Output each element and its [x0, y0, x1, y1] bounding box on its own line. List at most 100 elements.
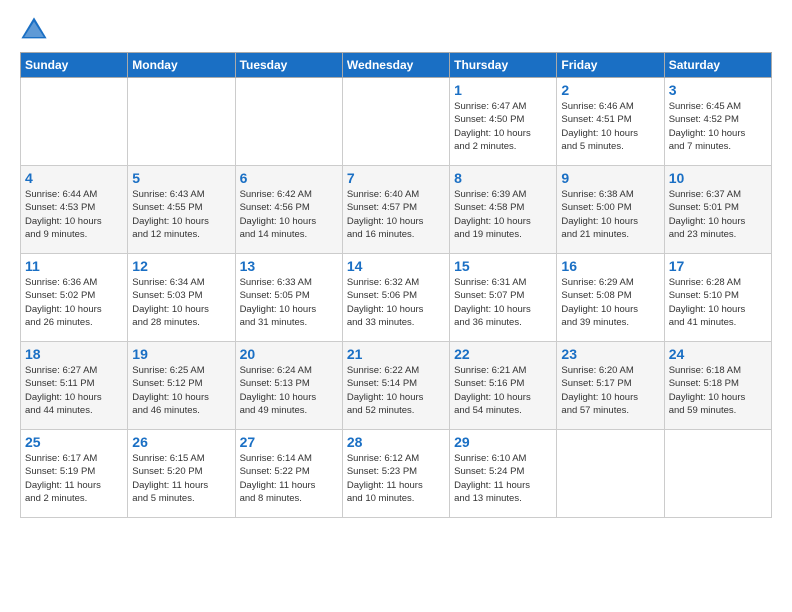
day-info: Sunrise: 6:27 AM Sunset: 5:11 PM Dayligh… [25, 364, 123, 417]
day-info: Sunrise: 6:24 AM Sunset: 5:13 PM Dayligh… [240, 364, 338, 417]
day-info: Sunrise: 6:10 AM Sunset: 5:24 PM Dayligh… [454, 452, 552, 505]
calendar-cell: 19 Sunrise: 6:25 AM Sunset: 5:12 PM Dayli… [128, 342, 235, 430]
week-row-2: 4Sunrise: 6:44 AM Sunset: 4:53 PM Daylig… [21, 166, 772, 254]
day-number: 11 [25, 258, 123, 274]
calendar-cell: 15 Sunrise: 6:31 AM Sunset: 5:07 PM Dayli… [450, 254, 557, 342]
calendar-cell: 25 Sunrise: 6:17 AM Sunset: 5:19 PM Dayli… [21, 430, 128, 518]
day-number: 3 [669, 82, 767, 98]
calendar-cell: 6 Sunrise: 6:42 AM Sunset: 4:56 PM Daylig… [235, 166, 342, 254]
calendar-cell [128, 78, 235, 166]
day-number: 21 [347, 346, 445, 362]
calendar-cell: 17 Sunrise: 6:28 AM Sunset: 5:10 PM Dayli… [664, 254, 771, 342]
day-info: Sunrise: 6:39 AM Sunset: 4:58 PM Dayligh… [454, 188, 552, 241]
day-number: 22 [454, 346, 552, 362]
calendar-cell: 8 Sunrise: 6:39 AM Sunset: 4:58 PM Daylig… [450, 166, 557, 254]
calendar-cell: 14Sunrise: 6:32 AM Sunset: 5:06 PM Dayli… [342, 254, 449, 342]
logo [20, 16, 52, 44]
calendar-cell [235, 78, 342, 166]
day-info: Sunrise: 6:46 AM Sunset: 4:51 PM Dayligh… [561, 100, 659, 153]
day-info: Sunrise: 6:25 AM Sunset: 5:12 PM Dayligh… [132, 364, 230, 417]
day-info: Sunrise: 6:21 AM Sunset: 5:16 PM Dayligh… [454, 364, 552, 417]
weekday-header-friday: Friday [557, 53, 664, 78]
calendar-cell: 13 Sunrise: 6:33 AM Sunset: 5:05 PM Dayli… [235, 254, 342, 342]
calendar-cell: 4Sunrise: 6:44 AM Sunset: 4:53 PM Daylig… [21, 166, 128, 254]
calendar-table: SundayMondayTuesdayWednesdayThursdayFrid… [20, 52, 772, 518]
day-info: Sunrise: 6:40 AM Sunset: 4:57 PM Dayligh… [347, 188, 445, 241]
day-number: 18 [25, 346, 123, 362]
calendar-cell: 12 Sunrise: 6:34 AM Sunset: 5:03 PM Dayli… [128, 254, 235, 342]
calendar-cell: 27 Sunrise: 6:14 AM Sunset: 5:22 PM Dayli… [235, 430, 342, 518]
day-number: 13 [240, 258, 338, 274]
week-row-4: 18 Sunrise: 6:27 AM Sunset: 5:11 PM Dayli… [21, 342, 772, 430]
day-number: 2 [561, 82, 659, 98]
day-number: 10 [669, 170, 767, 186]
weekday-header-tuesday: Tuesday [235, 53, 342, 78]
weekday-header-saturday: Saturday [664, 53, 771, 78]
weekday-header-thursday: Thursday [450, 53, 557, 78]
calendar-cell [664, 430, 771, 518]
calendar-cell: 24 Sunrise: 6:18 AM Sunset: 5:18 PM Dayli… [664, 342, 771, 430]
day-number: 19 [132, 346, 230, 362]
calendar-cell: 21 Sunrise: 6:22 AM Sunset: 5:14 PM Dayli… [342, 342, 449, 430]
day-info: Sunrise: 6:12 AM Sunset: 5:23 PM Dayligh… [347, 452, 445, 505]
weekday-header-sunday: Sunday [21, 53, 128, 78]
logo-icon [20, 16, 48, 44]
day-info: Sunrise: 6:14 AM Sunset: 5:22 PM Dayligh… [240, 452, 338, 505]
day-info: Sunrise: 6:18 AM Sunset: 5:18 PM Dayligh… [669, 364, 767, 417]
day-info: Sunrise: 6:34 AM Sunset: 5:03 PM Dayligh… [132, 276, 230, 329]
day-info: Sunrise: 6:43 AM Sunset: 4:55 PM Dayligh… [132, 188, 230, 241]
day-number: 25 [25, 434, 123, 450]
weekday-header-monday: Monday [128, 53, 235, 78]
calendar-cell [21, 78, 128, 166]
calendar-cell: 26 Sunrise: 6:15 AM Sunset: 5:20 PM Dayli… [128, 430, 235, 518]
day-info: Sunrise: 6:47 AM Sunset: 4:50 PM Dayligh… [454, 100, 552, 153]
day-info: Sunrise: 6:28 AM Sunset: 5:10 PM Dayligh… [669, 276, 767, 329]
calendar-cell: 9 Sunrise: 6:38 AM Sunset: 5:00 PM Daylig… [557, 166, 664, 254]
calendar-cell: 1Sunrise: 6:47 AM Sunset: 4:50 PM Daylig… [450, 78, 557, 166]
day-info: Sunrise: 6:38 AM Sunset: 5:00 PM Dayligh… [561, 188, 659, 241]
calendar-cell: 23 Sunrise: 6:20 AM Sunset: 5:17 PM Dayli… [557, 342, 664, 430]
day-number: 12 [132, 258, 230, 274]
header [20, 16, 772, 44]
day-info: Sunrise: 6:15 AM Sunset: 5:20 PM Dayligh… [132, 452, 230, 505]
day-number: 20 [240, 346, 338, 362]
day-number: 9 [561, 170, 659, 186]
day-number: 4 [25, 170, 123, 186]
calendar-cell: 5 Sunrise: 6:43 AM Sunset: 4:55 PM Daylig… [128, 166, 235, 254]
week-row-1: 1Sunrise: 6:47 AM Sunset: 4:50 PM Daylig… [21, 78, 772, 166]
day-number: 26 [132, 434, 230, 450]
weekday-header-wednesday: Wednesday [342, 53, 449, 78]
calendar-cell: 18 Sunrise: 6:27 AM Sunset: 5:11 PM Dayli… [21, 342, 128, 430]
calendar-cell: 29Sunrise: 6:10 AM Sunset: 5:24 PM Dayli… [450, 430, 557, 518]
calendar-cell: 11 Sunrise: 6:36 AM Sunset: 5:02 PM Dayli… [21, 254, 128, 342]
calendar-cell [342, 78, 449, 166]
day-info: Sunrise: 6:33 AM Sunset: 5:05 PM Dayligh… [240, 276, 338, 329]
calendar-cell: 16 Sunrise: 6:29 AM Sunset: 5:08 PM Dayli… [557, 254, 664, 342]
day-number: 8 [454, 170, 552, 186]
day-info: Sunrise: 6:36 AM Sunset: 5:02 PM Dayligh… [25, 276, 123, 329]
day-number: 27 [240, 434, 338, 450]
calendar-cell: 2 Sunrise: 6:46 AM Sunset: 4:51 PM Daylig… [557, 78, 664, 166]
week-row-5: 25 Sunrise: 6:17 AM Sunset: 5:19 PM Dayli… [21, 430, 772, 518]
day-number: 16 [561, 258, 659, 274]
calendar-cell: 20 Sunrise: 6:24 AM Sunset: 5:13 PM Dayli… [235, 342, 342, 430]
day-number: 6 [240, 170, 338, 186]
day-number: 15 [454, 258, 552, 274]
day-info: Sunrise: 6:17 AM Sunset: 5:19 PM Dayligh… [25, 452, 123, 505]
day-info: Sunrise: 6:45 AM Sunset: 4:52 PM Dayligh… [669, 100, 767, 153]
calendar-cell: 22 Sunrise: 6:21 AM Sunset: 5:16 PM Dayli… [450, 342, 557, 430]
day-info: Sunrise: 6:42 AM Sunset: 4:56 PM Dayligh… [240, 188, 338, 241]
day-number: 17 [669, 258, 767, 274]
day-number: 24 [669, 346, 767, 362]
week-row-3: 11 Sunrise: 6:36 AM Sunset: 5:02 PM Dayli… [21, 254, 772, 342]
day-info: Sunrise: 6:20 AM Sunset: 5:17 PM Dayligh… [561, 364, 659, 417]
day-info: Sunrise: 6:37 AM Sunset: 5:01 PM Dayligh… [669, 188, 767, 241]
calendar-cell [557, 430, 664, 518]
day-number: 5 [132, 170, 230, 186]
day-info: Sunrise: 6:29 AM Sunset: 5:08 PM Dayligh… [561, 276, 659, 329]
day-info: Sunrise: 6:22 AM Sunset: 5:14 PM Dayligh… [347, 364, 445, 417]
day-info: Sunrise: 6:31 AM Sunset: 5:07 PM Dayligh… [454, 276, 552, 329]
day-number: 23 [561, 346, 659, 362]
weekday-header-row: SundayMondayTuesdayWednesdayThursdayFrid… [21, 53, 772, 78]
calendar-cell: 28Sunrise: 6:12 AM Sunset: 5:23 PM Dayli… [342, 430, 449, 518]
